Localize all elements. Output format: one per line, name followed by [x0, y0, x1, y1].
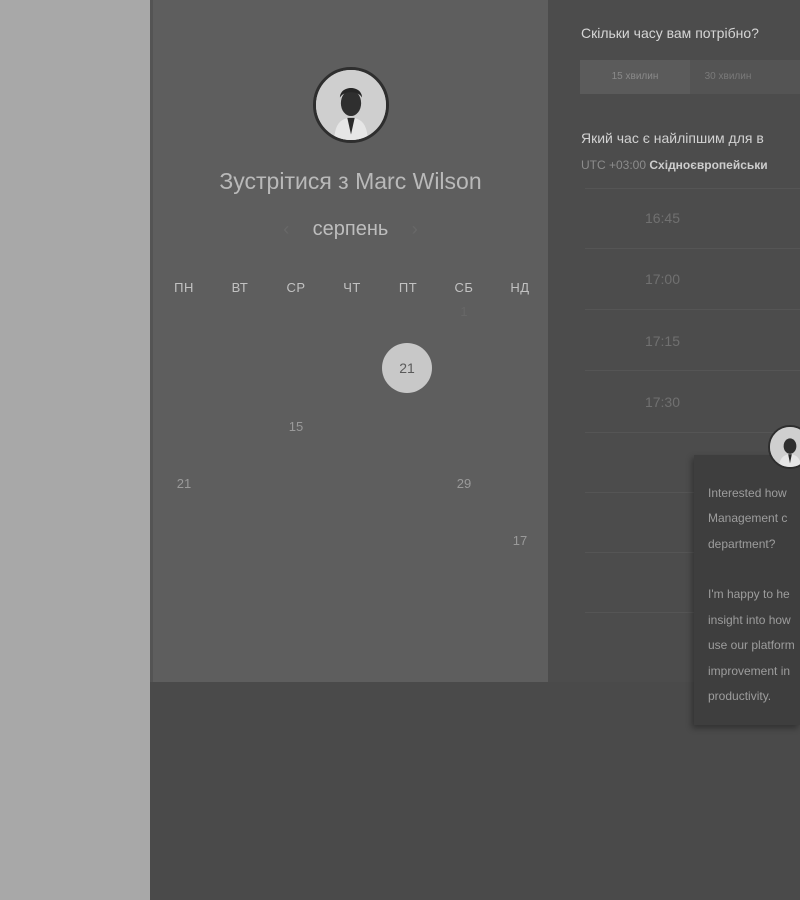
chat-message-line: department?: [708, 537, 776, 551]
calendar-day[interactable]: 1: [436, 302, 492, 322]
timezone-selector[interactable]: UTC +03:00 Східноєвропейськи: [581, 158, 768, 172]
chat-message-line: Interested how: [708, 486, 787, 500]
weekday-fri: ПТ: [398, 280, 418, 295]
calendar-day[interactable]: 17: [492, 531, 548, 551]
chevron-left-icon[interactable]: ‹: [274, 219, 298, 240]
month-navigator: ‹ серпень ›: [153, 218, 548, 241]
weekday-thu: ЧТ: [343, 280, 361, 295]
duration-option-15[interactable]: 15 хвилин: [580, 60, 690, 94]
calendar-day[interactable]: 21: [156, 474, 212, 494]
calendar-day[interactable]: 29: [436, 474, 492, 494]
timezone-name: Східноєвропейськи: [649, 158, 768, 172]
divider: [585, 370, 800, 371]
time-slot[interactable]: 17:00: [585, 249, 800, 309]
timezone-offset: UTC +03:00: [581, 158, 647, 172]
chat-message-line: improvement in: [708, 664, 791, 678]
chat-message-line: insight into how: [708, 613, 791, 627]
time-slot[interactable]: 17:15: [585, 311, 800, 371]
chat-message-line: productivity.: [708, 689, 772, 703]
chevron-right-icon[interactable]: ›: [403, 219, 427, 240]
month-label: серпень: [312, 218, 389, 240]
time-question: Який час є найліпшим для в: [581, 130, 764, 146]
divider: [585, 309, 800, 310]
time-slot[interactable]: 16:45: [585, 188, 800, 248]
host-avatar: [313, 67, 389, 143]
weekday-sun: НД: [510, 280, 530, 295]
duration-question: Скільки часу вам потрібно?: [581, 25, 759, 41]
page-title: Зустрітися з Marc Wilson: [219, 168, 482, 194]
weekday-sat: СБ: [454, 280, 474, 295]
time-slot[interactable]: 17:30: [585, 372, 800, 432]
weekday-wed: СР: [286, 280, 306, 295]
chat-message-line: use our platform: [708, 638, 795, 652]
chat-message-line: Management c: [708, 511, 788, 525]
weekday-tue: ВТ: [231, 280, 249, 295]
calendar-day[interactable]: 15: [268, 417, 324, 437]
chat-message-line: I'm happy to he: [708, 587, 790, 601]
duration-option-30[interactable]: 30 хвилин: [690, 60, 766, 94]
weekday-mon: ПН: [174, 280, 194, 295]
calendar-day-selected[interactable]: 21: [382, 343, 432, 393]
divider: [585, 432, 800, 433]
